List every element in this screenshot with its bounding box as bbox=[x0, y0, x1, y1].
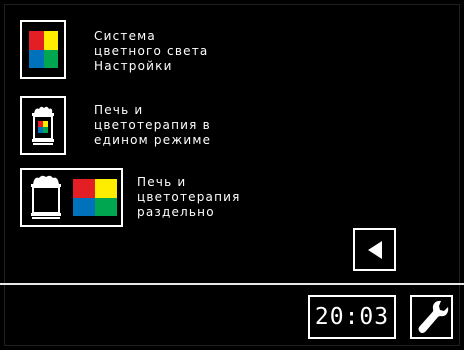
back-button[interactable] bbox=[353, 228, 396, 271]
color-light-settings-button[interactable] bbox=[20, 20, 66, 79]
color-light-settings-label: Система цветного света Настройки bbox=[94, 29, 209, 73]
separate-mode-button[interactable] bbox=[20, 168, 123, 227]
combined-mode-button[interactable] bbox=[20, 96, 66, 155]
settings-button[interactable] bbox=[410, 295, 453, 339]
separate-mode-label: Печь и цветотерапия раздельно bbox=[137, 175, 241, 219]
clock-display[interactable]: 20:03 bbox=[308, 295, 396, 339]
footer-divider bbox=[0, 283, 464, 285]
wrench-icon bbox=[418, 300, 448, 334]
back-arrow-icon bbox=[367, 240, 382, 259]
color-grid-icon bbox=[73, 179, 117, 216]
sauna-heater-icon bbox=[31, 175, 61, 219]
color-grid-icon bbox=[29, 31, 58, 68]
sauna-heater-color-icon bbox=[32, 106, 54, 145]
combined-mode-label: Печь и цветотерапия в едином режиме bbox=[94, 103, 212, 147]
